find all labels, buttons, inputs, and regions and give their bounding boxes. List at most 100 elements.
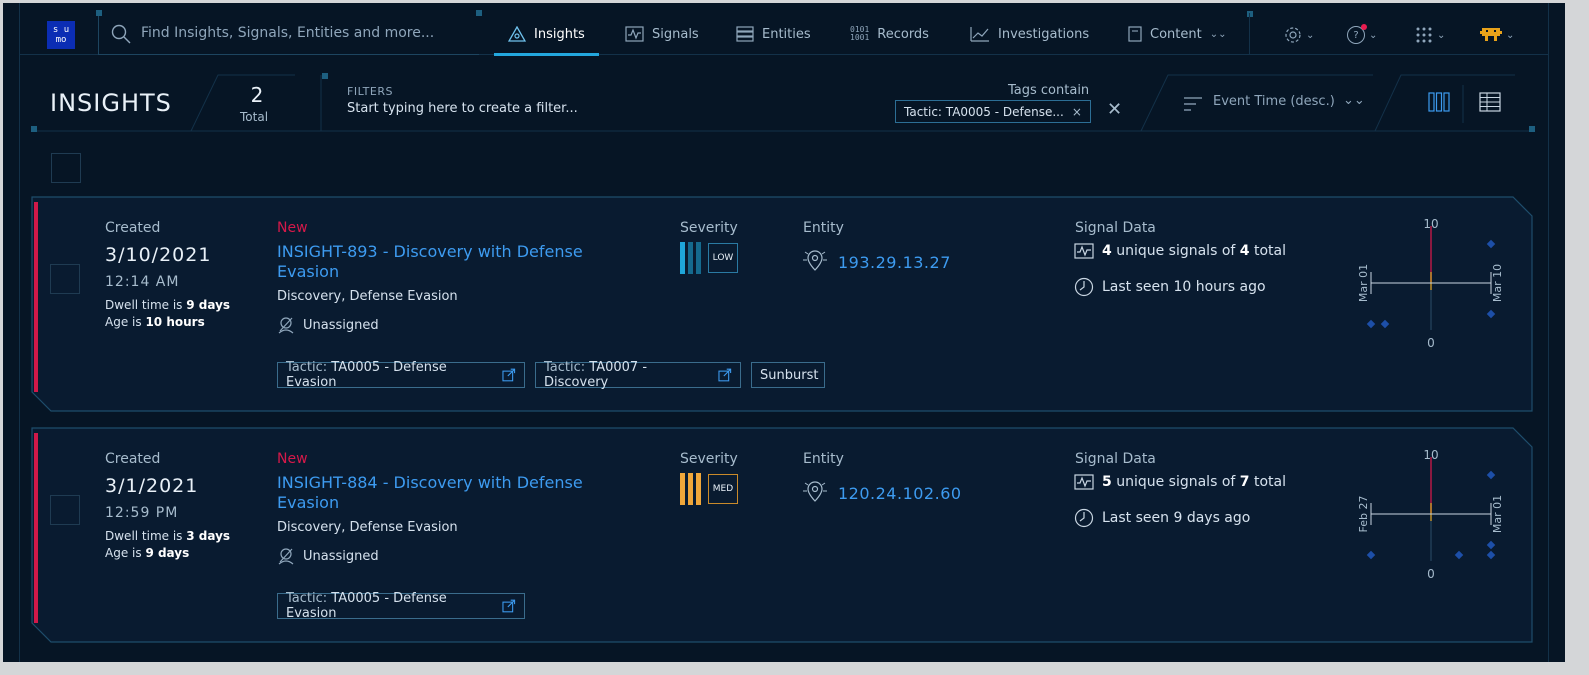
dwell-prefix: Dwell time is <box>105 298 187 312</box>
sort-icon[interactable] <box>1183 95 1203 113</box>
signal-point[interactable] <box>1486 239 1496 249</box>
insight-tactics: Discovery, Defense Evasion <box>277 520 458 535</box>
external-link-icon[interactable] <box>502 368 516 382</box>
apps-menu[interactable]: ⌄ <box>1415 23 1445 47</box>
dwell-prefix: Dwell time is <box>105 529 187 543</box>
insight-title-link[interactable]: INSIGHT-884 - Discovery with Defense Eva… <box>277 473 607 513</box>
external-link-icon[interactable] <box>718 368 732 382</box>
corner-marker <box>1247 11 1253 17</box>
unassigned-user-icon <box>278 317 294 334</box>
age: Age is 10 hours <box>105 315 205 329</box>
signal-point[interactable] <box>1486 309 1496 319</box>
nav-tab-investigations[interactable]: Investigations <box>970 13 1089 55</box>
frame-line <box>1249 13 1250 55</box>
nav-tab-entities[interactable]: Entities <box>736 13 811 55</box>
age-prefix: Age is <box>105 315 146 329</box>
sort-select[interactable]: Event Time (desc.) <box>1213 94 1335 109</box>
content-icon <box>1128 26 1142 42</box>
global-search[interactable]: Find Insights, Signals, Entities and mor… <box>96 10 482 55</box>
dwell-time: Dwell time is 9 days <box>105 298 230 312</box>
help-menu[interactable]: ? ⌄ <box>1347 23 1377 47</box>
user-menu[interactable]: ⌄ <box>1480 23 1514 47</box>
tag-value: Sunburst <box>760 367 819 383</box>
tag-key: Tactic: <box>544 360 590 375</box>
assignee[interactable]: Unassigned <box>277 547 379 565</box>
nav-tab-content[interactable]: Content ⌄⌄ <box>1128 13 1226 55</box>
created-time: 12:59 PM <box>105 505 179 521</box>
tag-tactic-ta0005[interactable]: Tactic: TA0005 - Defense Evasion <box>277 360 525 390</box>
page-title: INSIGHTS <box>50 89 172 117</box>
severity-bar-fill <box>680 473 685 505</box>
x-start-label: Feb 27 <box>1357 496 1370 533</box>
entity-link[interactable]: 193.29.13.27 <box>838 253 951 272</box>
sumo-logo[interactable]: s u mo <box>47 21 75 49</box>
severity-label: Severity <box>680 220 738 236</box>
entity-label: Entity <box>803 451 844 467</box>
chevron-down-icon: ⌄ <box>1306 29 1315 41</box>
chevron-down-icon: ⌄ <box>1437 29 1446 41</box>
card-view-icon[interactable] <box>1428 92 1450 112</box>
corner-marker <box>96 10 102 16</box>
signal-point[interactable] <box>1366 319 1376 329</box>
insight-checkbox[interactable] <box>50 495 80 525</box>
help-icon-glyph: ? <box>1353 30 1359 41</box>
created-label: Created <box>105 220 161 236</box>
assignee[interactable]: Unassigned <box>277 316 379 334</box>
tags-contain-label: Tags contain <box>1008 83 1090 98</box>
signal-timeline-chart: 10 0 Mar 01 Mar 10 <box>1357 217 1504 350</box>
signal-point[interactable] <box>1486 470 1496 480</box>
notification-dot <box>1361 24 1367 30</box>
nav-tab-records[interactable]: 0101 1001 Records <box>850 13 929 55</box>
y-min-label: 0 <box>1427 567 1435 581</box>
remove-chip-icon[interactable]: × <box>1072 105 1082 119</box>
signal-point[interactable] <box>1486 540 1496 550</box>
insight-card[interactable]: Created 3/10/2021 12:14 AM Dwell time is… <box>31 196 1533 412</box>
external-link-icon[interactable] <box>502 599 516 613</box>
filter-input[interactable]: Start typing here to create a filter... <box>347 101 578 116</box>
severity-bar-fill <box>680 242 685 274</box>
nav-tab-insights[interactable]: Insights <box>494 13 599 56</box>
tag-filter-chip-label: Tactic: TA0005 - Defense... <box>904 104 1064 119</box>
tag-tactic-ta0005[interactable]: Tactic: TA0005 - Defense Evasion <box>277 591 525 621</box>
severity-bars <box>680 242 701 274</box>
search-input[interactable]: Find Insights, Signals, Entities and mor… <box>141 25 434 41</box>
select-all-checkbox[interactable] <box>51 153 81 183</box>
severity-bar-fill <box>688 473 693 505</box>
last-seen-text: Last seen 9 days ago <box>1102 510 1251 526</box>
insight-title-link[interactable]: INSIGHT-893 - Discovery with Defense Eva… <box>277 242 607 282</box>
signal-point[interactable] <box>1454 550 1464 560</box>
nav-tab-signals[interactable]: Signals <box>625 13 699 55</box>
signal-point[interactable] <box>1366 550 1376 560</box>
tag-sunburst[interactable]: Sunburst <box>751 362 825 388</box>
last-seen: Last seen 10 hours ago <box>1074 277 1266 297</box>
unique-signal-count: 4 <box>1102 243 1112 259</box>
x-end-label: Mar 01 <box>1491 495 1504 533</box>
x-start-label: Mar 01 <box>1357 264 1370 302</box>
signal-point[interactable] <box>1380 319 1390 329</box>
tag-filter-chip[interactable]: Tactic: TA0005 - Defense... × <box>895 100 1091 123</box>
severity-badge: LOW <box>708 243 738 273</box>
nav-label: Insights <box>534 26 585 42</box>
settings-menu[interactable]: ⌄ <box>1284 23 1314 47</box>
tag-tactic-ta0007[interactable]: Tactic: TA0007 - Discovery <box>535 360 741 390</box>
entity-link[interactable]: 120.24.102.60 <box>838 484 962 503</box>
logo-text-bottom: mo <box>55 35 67 45</box>
ip-entity-icon <box>803 481 827 502</box>
age-prefix: Age is <box>105 546 146 560</box>
status-badge: New <box>277 220 308 236</box>
help-icon: ? <box>1347 24 1367 44</box>
insight-checkbox[interactable] <box>50 264 80 294</box>
chevron-down-icon[interactable]: ⌄⌄ <box>1343 93 1365 108</box>
table-view-icon[interactable] <box>1479 92 1501 112</box>
last-seen: Last seen 9 days ago <box>1074 508 1250 528</box>
x-end-label: Mar 10 <box>1491 264 1504 302</box>
signal-point[interactable] <box>1486 550 1496 560</box>
card-frame <box>31 427 1533 643</box>
total-signal-count: 7 <box>1239 474 1250 490</box>
nav-label: Content <box>1150 26 1202 42</box>
search-icon <box>111 24 131 44</box>
signal-data-label: Signal Data <box>1075 220 1156 236</box>
insight-card[interactable]: Created 3/1/2021 12:59 PM Dwell time is … <box>31 427 1533 643</box>
clear-filters-button[interactable]: ✕ <box>1107 99 1122 120</box>
severity-bar-fill <box>696 473 701 505</box>
